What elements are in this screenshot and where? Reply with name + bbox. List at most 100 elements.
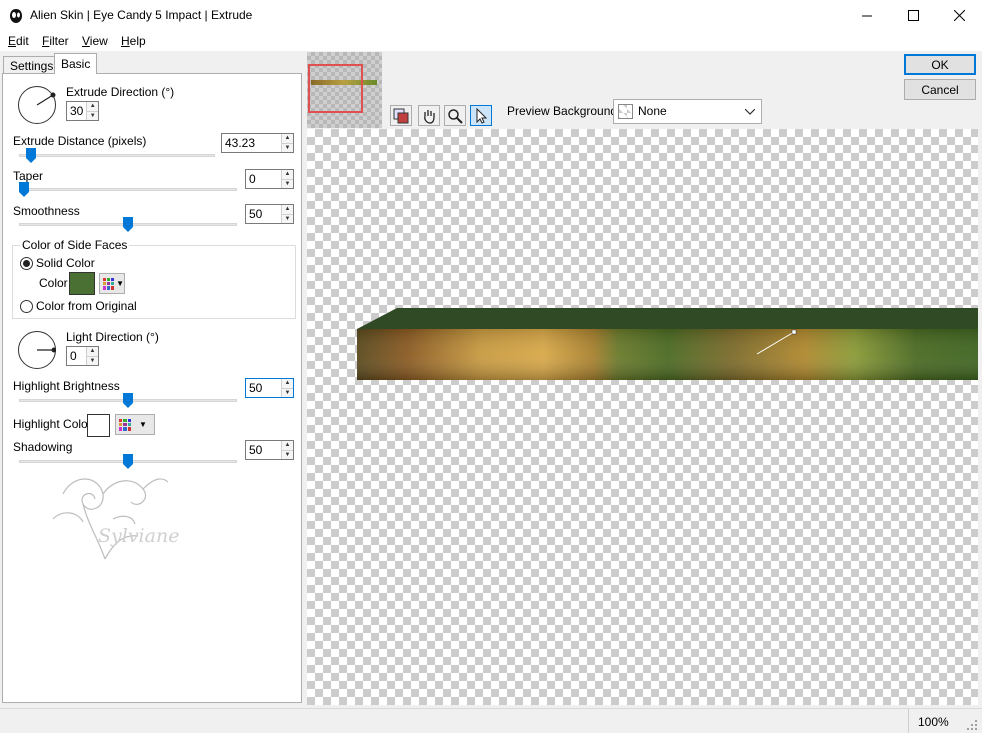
shadowing-value: 50 xyxy=(249,443,263,457)
extrude-distance-track[interactable] xyxy=(19,154,215,157)
shadowing-stepper[interactable]: ▲ ▼ xyxy=(281,441,293,459)
extrude-preview-image xyxy=(357,308,978,380)
zoom-level: 100% xyxy=(918,715,949,729)
down-arrow-icon[interactable]: ▼ xyxy=(282,178,293,188)
taper-track[interactable] xyxy=(19,188,237,191)
pointer-tool-button[interactable] xyxy=(470,105,492,126)
color-from-original-radio[interactable] xyxy=(20,300,33,313)
compare-icon xyxy=(393,108,409,123)
side-faces-group-label: Color of Side Faces xyxy=(20,238,130,252)
shadowing-input[interactable]: 50 ▲ ▼ xyxy=(245,440,294,460)
smoothness-input[interactable]: 50 ▲ ▼ xyxy=(245,204,294,224)
down-arrow-icon[interactable]: ▼ xyxy=(282,387,293,397)
down-arrow-icon[interactable]: ▼ xyxy=(282,213,293,223)
zoom-icon xyxy=(448,108,463,124)
extrude-direction-stepper[interactable]: ▲ ▼ xyxy=(86,102,98,120)
highlight-brightness-input[interactable]: 50 ▲ ▼ xyxy=(245,378,294,398)
highlight-brightness-slider-thumb[interactable] xyxy=(123,393,133,408)
taper-slider-thumb[interactable] xyxy=(19,182,29,197)
maximize-icon xyxy=(907,10,919,21)
cancel-button[interactable]: Cancel xyxy=(904,79,976,100)
smoothness-value: 50 xyxy=(249,207,263,221)
taper-stepper[interactable]: ▲ ▼ xyxy=(281,170,293,188)
down-arrow-icon[interactable]: ▼ xyxy=(282,449,293,459)
menu-bar: Edit Filter View Help xyxy=(0,31,982,51)
taper-label: Taper xyxy=(13,169,44,183)
color-palette-icon xyxy=(103,277,115,290)
light-direction-handle-knob[interactable] xyxy=(791,329,797,335)
extrude-direction-dial[interactable] xyxy=(18,86,56,124)
down-arrow-icon[interactable]: ▼ xyxy=(282,142,293,152)
highlight-brightness-stepper[interactable]: ▲ ▼ xyxy=(281,379,293,397)
menu-filter[interactable]: Filter xyxy=(42,34,69,48)
color-from-original-label: Color from Original xyxy=(36,299,137,313)
light-direction-dial[interactable] xyxy=(18,331,56,369)
light-direction-stepper[interactable]: ▲ ▼ xyxy=(86,347,98,365)
navigator-view-rect[interactable] xyxy=(308,64,363,113)
navigator-thumbnail[interactable] xyxy=(307,52,382,128)
dial-needle-icon xyxy=(36,347,56,352)
ok-button[interactable]: OK xyxy=(904,54,976,75)
up-arrow-icon[interactable]: ▲ xyxy=(87,347,98,356)
color-palette-icon xyxy=(119,418,131,431)
light-direction-label: Light Direction (°) xyxy=(66,330,159,344)
highlight-brightness-label: Highlight Brightness xyxy=(13,379,120,393)
hand-tool-button[interactable] xyxy=(418,105,440,126)
light-direction-value: 0 xyxy=(70,349,77,363)
compare-tool-button[interactable] xyxy=(390,105,412,126)
taper-input[interactable]: 0 ▲ ▼ xyxy=(245,169,294,189)
menu-edit[interactable]: Edit xyxy=(8,34,29,48)
transparency-icon xyxy=(618,104,633,119)
up-arrow-icon[interactable]: ▲ xyxy=(282,205,293,214)
resize-grip-icon[interactable] xyxy=(966,719,978,731)
basic-settings-panel: Extrude Direction (°) 30 ▲ ▼ Extrude Dist… xyxy=(2,73,302,703)
smoothness-stepper[interactable]: ▲ ▼ xyxy=(281,205,293,223)
menu-help-accel: H xyxy=(121,34,130,48)
preview-background-value: None xyxy=(638,104,667,118)
side-color-swatch[interactable] xyxy=(69,272,95,295)
extrude-distance-slider-thumb[interactable] xyxy=(26,148,36,163)
extrude-direction-value: 30 xyxy=(70,104,84,118)
dropdown-arrow-icon: ▼ xyxy=(116,279,124,288)
extrude-direction-input[interactable]: 30 ▲ ▼ xyxy=(66,101,99,121)
tab-basic[interactable]: Basic xyxy=(54,53,98,74)
minimize-button[interactable] xyxy=(844,0,890,31)
maximize-button[interactable] xyxy=(890,0,936,31)
highlight-color-palette-button[interactable]: ▼ xyxy=(115,414,155,435)
solid-color-label: Solid Color xyxy=(36,256,95,270)
menu-view[interactable]: View xyxy=(82,34,108,48)
up-arrow-icon[interactable]: ▲ xyxy=(87,102,98,111)
chevron-down-icon xyxy=(745,109,755,115)
down-arrow-icon[interactable]: ▼ xyxy=(87,355,98,365)
extrude-distance-value: 43.23 xyxy=(225,136,256,150)
close-button[interactable] xyxy=(936,0,982,31)
highlight-brightness-value: 50 xyxy=(249,381,263,395)
side-color-palette-button[interactable]: ▼ xyxy=(99,273,125,294)
preview-background-select[interactable]: None xyxy=(613,99,762,124)
zoom-tool-button[interactable] xyxy=(444,105,466,126)
light-direction-input[interactable]: 0 ▲ ▼ xyxy=(66,346,99,366)
up-arrow-icon[interactable]: ▲ xyxy=(282,134,293,143)
up-arrow-icon[interactable]: ▲ xyxy=(282,441,293,450)
extrude-direction-label: Extrude Direction (°) xyxy=(66,85,175,99)
taper-value: 0 xyxy=(249,172,256,186)
down-arrow-icon[interactable]: ▼ xyxy=(87,110,98,120)
watermark-text: Sylviane xyxy=(98,525,179,547)
dial-needle-icon xyxy=(36,92,55,106)
extrude-distance-input[interactable]: 43.23 ▲ ▼ xyxy=(221,133,294,153)
solid-color-radio[interactable] xyxy=(20,257,33,270)
up-arrow-icon[interactable]: ▲ xyxy=(282,170,293,179)
preview-background-label: Preview Background: xyxy=(507,104,621,118)
highlight-color-swatch[interactable] xyxy=(87,414,110,437)
menu-help[interactable]: Help xyxy=(121,34,146,48)
tab-settings[interactable]: Settings xyxy=(3,56,61,74)
hand-icon xyxy=(424,109,435,124)
preview-canvas[interactable] xyxy=(307,129,978,705)
up-arrow-icon[interactable]: ▲ xyxy=(282,379,293,388)
menu-edit-accel: E xyxy=(8,34,17,48)
extrude-distance-stepper[interactable]: ▲ ▼ xyxy=(281,134,293,152)
menu-view-accel: V xyxy=(82,34,90,48)
extrude-front-shade xyxy=(357,329,978,380)
menu-filter-label: ilter xyxy=(49,34,69,48)
smoothness-slider-thumb[interactable] xyxy=(123,217,133,232)
